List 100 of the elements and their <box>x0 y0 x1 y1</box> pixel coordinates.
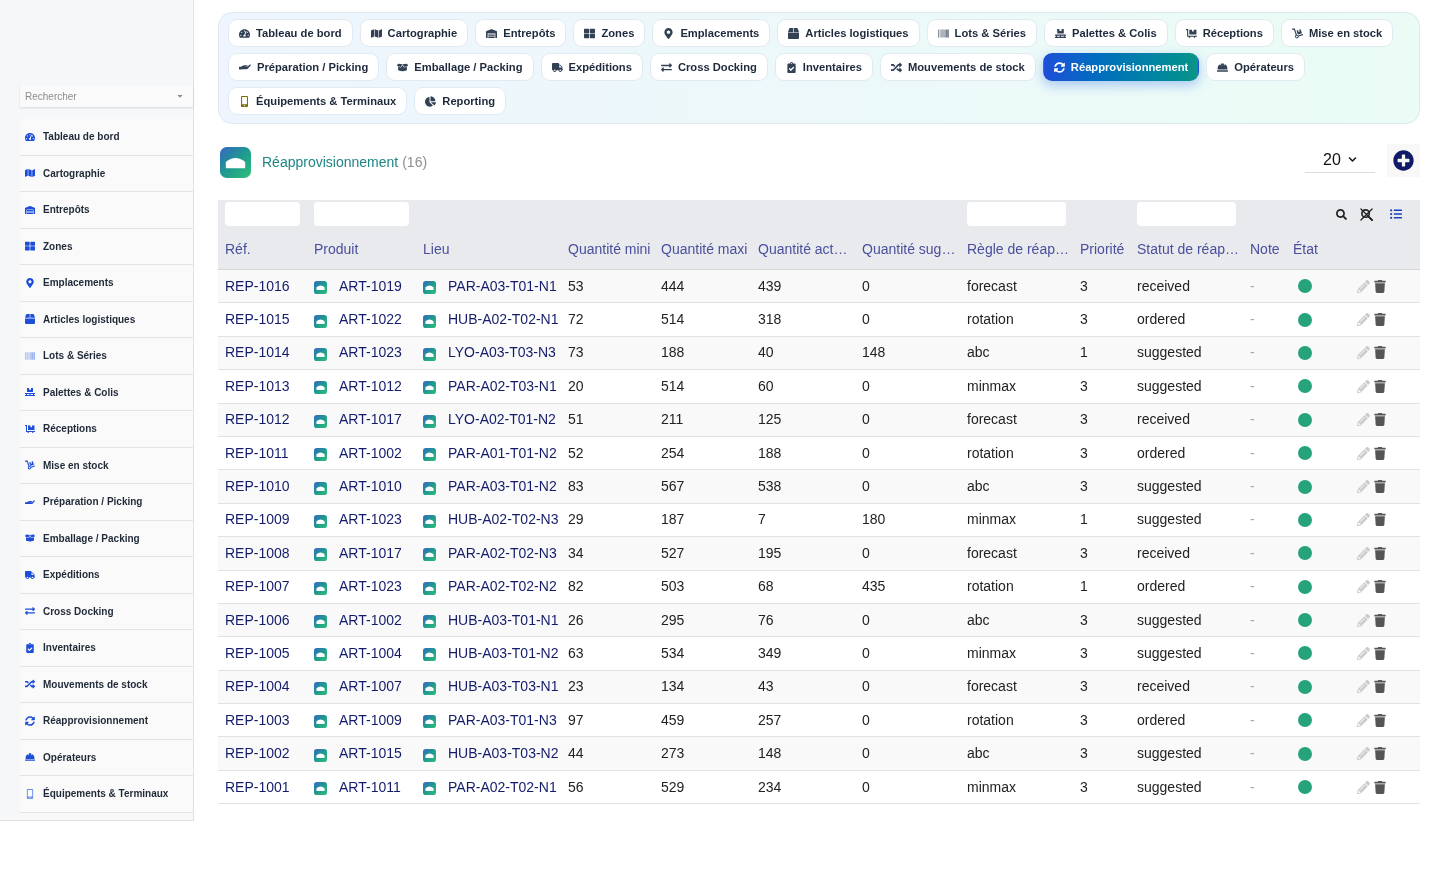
ref-link[interactable]: REP-1014 <box>225 344 290 361</box>
sidebar-item[interactable]: Emplacements <box>20 265 193 302</box>
location-link[interactable]: PAR-A03-T01-N2 <box>448 476 557 498</box>
ref-link[interactable]: REP-1006 <box>225 611 290 628</box>
list-button[interactable] <box>1390 208 1402 220</box>
delete-button[interactable] <box>1374 379 1386 393</box>
sidebar-item[interactable]: Cross Docking <box>20 593 193 630</box>
product-link[interactable]: ART-1022 <box>339 309 402 331</box>
sidebar-item[interactable]: Mouvements de stock <box>20 666 193 703</box>
column-header[interactable]: Quantité maxi <box>661 240 748 257</box>
product-link[interactable]: ART-1010 <box>339 476 402 498</box>
column-header[interactable]: Statut de réap… <box>1137 240 1239 257</box>
nav-tab[interactable]: Emballage / Packing <box>386 53 534 81</box>
ref-link[interactable]: REP-1010 <box>225 478 290 495</box>
delete-button[interactable] <box>1374 580 1386 594</box>
sidebar-item[interactable]: Articles logistiques <box>20 301 193 338</box>
delete-button[interactable] <box>1374 513 1386 527</box>
nav-tab[interactable]: Expéditions <box>540 53 643 81</box>
delete-button[interactable] <box>1374 546 1386 560</box>
page-size-select[interactable]: 20 <box>1305 147 1375 173</box>
ref-link[interactable]: REP-1016 <box>225 277 290 294</box>
product-link[interactable]: ART-1002 <box>339 442 402 464</box>
product-link[interactable]: ART-1012 <box>339 375 402 397</box>
sidebar-item[interactable]: Préparation / Picking <box>20 484 193 521</box>
ref-link[interactable]: REP-1005 <box>225 645 290 661</box>
location-link[interactable]: LYO-A03-T03-N3 <box>448 342 556 364</box>
nav-tab[interactable]: Tableau de bord <box>228 19 353 47</box>
ref-link[interactable]: REP-1002 <box>225 745 290 762</box>
product-link[interactable]: ART-1023 <box>339 509 402 531</box>
clear-search-button[interactable] <box>1360 207 1373 221</box>
sidebar-item[interactable]: Zones <box>20 228 193 265</box>
ref-link[interactable]: REP-1013 <box>225 377 290 394</box>
sidebar-item[interactable]: Lots & Séries <box>20 338 193 375</box>
ref-link[interactable]: REP-1015 <box>225 311 290 328</box>
nav-tab[interactable]: Palettes & Colis <box>1044 19 1168 47</box>
column-header[interactable]: Produit <box>314 240 359 257</box>
location-link[interactable]: LYO-A02-T01-N2 <box>448 409 556 431</box>
location-link[interactable]: HUB-A02-T02-N1 <box>448 309 559 331</box>
product-link[interactable]: ART-1017 <box>339 409 402 431</box>
delete-button[interactable] <box>1374 446 1386 460</box>
ref-link[interactable]: REP-1009 <box>225 511 290 528</box>
delete-button[interactable] <box>1374 747 1386 761</box>
delete-button[interactable] <box>1374 647 1386 660</box>
nav-tab[interactable]: Mouvements de stock <box>879 53 1036 81</box>
location-link[interactable]: HUB-A03-T03-N1 <box>448 676 559 698</box>
nav-tab[interactable]: Emplacements <box>652 19 771 47</box>
delete-button[interactable] <box>1374 279 1386 293</box>
location-link[interactable]: PAR-A03-T01-N1 <box>448 275 557 297</box>
ref-link[interactable]: REP-1001 <box>225 778 290 795</box>
location-link[interactable]: PAR-A01-T01-N2 <box>448 442 557 464</box>
location-link[interactable]: PAR-A03-T01-N3 <box>448 709 557 731</box>
ref-link[interactable]: REP-1012 <box>225 411 290 428</box>
location-link[interactable]: HUB-A02-T02-N3 <box>448 509 559 531</box>
ref-link[interactable]: REP-1011 <box>225 444 289 461</box>
product-link[interactable]: ART-1023 <box>339 576 402 598</box>
ref-link[interactable]: REP-1004 <box>225 678 290 695</box>
nav-tab[interactable]: Préparation / Picking <box>228 53 380 81</box>
sidebar-item[interactable]: Mise en stock <box>20 447 193 484</box>
column-header[interactable]: Lieu <box>423 240 450 257</box>
sidebar-item[interactable]: Réapprovisionnement <box>20 703 193 740</box>
ref-link[interactable]: REP-1007 <box>225 578 290 595</box>
sidebar-item[interactable]: Réceptions <box>20 411 193 448</box>
delete-button[interactable] <box>1374 480 1386 494</box>
nav-tab[interactable]: Cross Docking <box>649 53 768 81</box>
product-link[interactable]: ART-1023 <box>339 342 402 364</box>
product-link[interactable]: ART-1011 <box>339 776 401 798</box>
product-link[interactable]: ART-1017 <box>339 542 402 564</box>
delete-button[interactable] <box>1374 680 1386 694</box>
sidebar-item[interactable]: Entrepôts <box>20 192 193 229</box>
product-link[interactable]: ART-1007 <box>339 676 402 698</box>
product-link[interactable]: ART-1015 <box>339 743 402 765</box>
column-header[interactable]: Priorité <box>1080 240 1125 257</box>
ref-link[interactable]: REP-1003 <box>225 711 290 728</box>
location-link[interactable]: HUB-A03-T01-N1 <box>448 609 559 631</box>
ref-link[interactable]: REP-1008 <box>225 544 290 561</box>
product-link[interactable]: ART-1019 <box>339 275 402 297</box>
nav-tab[interactable]: Lots & Séries <box>926 19 1038 47</box>
sidebar-item[interactable]: Tableau de bord <box>20 119 193 156</box>
delete-button[interactable] <box>1374 780 1386 794</box>
column-header[interactable]: Note <box>1250 240 1280 257</box>
sidebar-item[interactable]: Emballage / Packing <box>20 520 193 557</box>
product-link[interactable]: ART-1009 <box>339 709 402 731</box>
column-header[interactable]: Règle de réap… <box>967 240 1069 257</box>
nav-tab[interactable]: Réceptions <box>1174 19 1274 47</box>
column-header[interactable]: Quantité sug… <box>862 240 956 257</box>
sidebar-item[interactable]: Cartographie <box>20 155 193 192</box>
delete-button[interactable] <box>1374 313 1386 327</box>
sidebar-item[interactable]: Expéditions <box>20 557 193 594</box>
delete-button[interactable] <box>1374 413 1386 427</box>
location-link[interactable]: PAR-A02-T03-N1 <box>448 375 557 397</box>
product-link[interactable]: ART-1002 <box>339 609 402 631</box>
nav-tab[interactable]: Articles logistiques <box>777 19 920 47</box>
search-field[interactable]: Rechercher <box>20 85 193 107</box>
sidebar-item[interactable]: Inventaires <box>20 630 193 667</box>
nav-tab[interactable]: Entrepôts <box>475 19 567 47</box>
nav-tab[interactable]: Inventaires <box>774 53 873 81</box>
sidebar-item[interactable]: Opérateurs <box>20 739 193 776</box>
product-link[interactable]: ART-1004 <box>339 643 402 664</box>
location-link[interactable]: HUB-A03-T03-N2 <box>448 743 559 765</box>
column-header[interactable]: Réf. <box>225 240 251 257</box>
